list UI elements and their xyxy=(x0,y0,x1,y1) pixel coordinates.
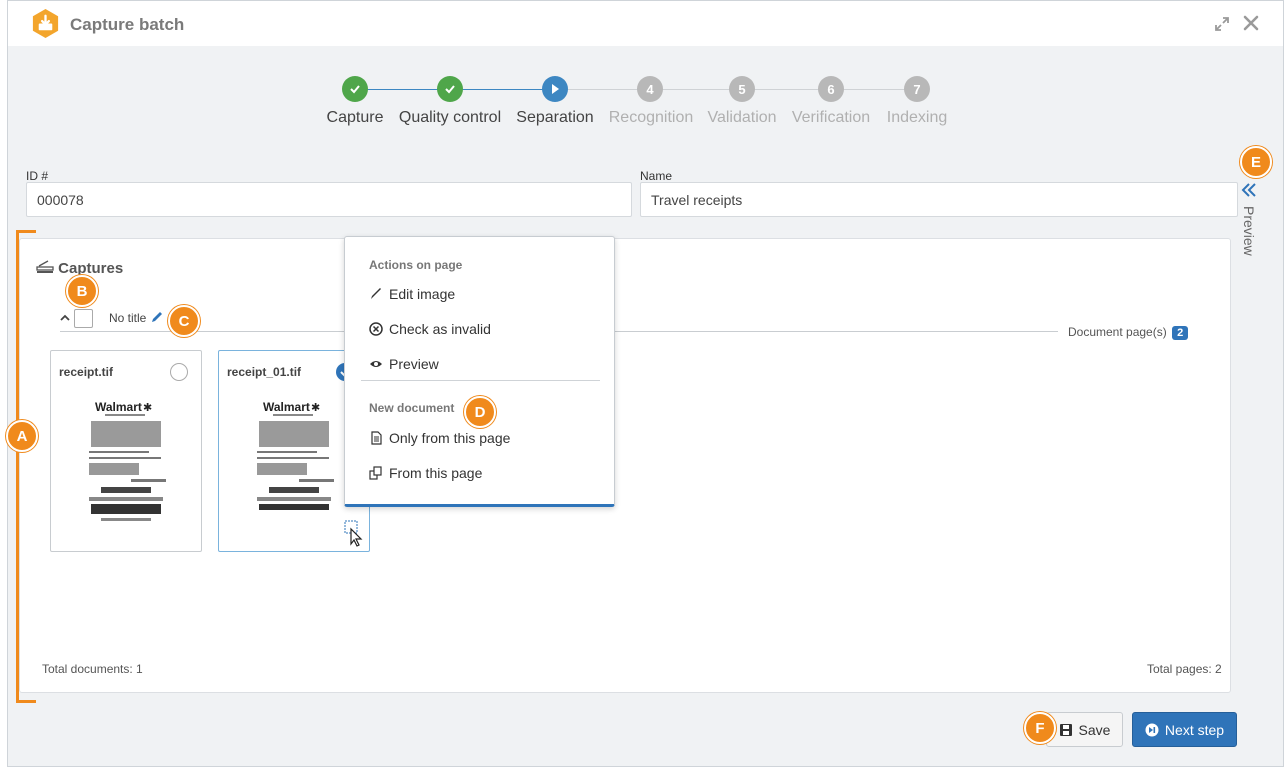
step-connector xyxy=(450,89,555,90)
captures-title-text: Captures xyxy=(58,260,124,277)
save-button-label: Save xyxy=(1078,721,1111,738)
id-field[interactable] xyxy=(26,182,632,217)
svg-text:✱: ✱ xyxy=(311,402,320,414)
annotation-bracket xyxy=(16,230,36,703)
annotation-marker-f: F xyxy=(1024,712,1056,744)
step-6-number: 6 xyxy=(818,76,844,102)
page-card-filename: receipt.tif xyxy=(59,365,114,379)
menu-header-actions: Actions on page xyxy=(369,258,463,272)
step-label-validation: Validation xyxy=(707,109,777,126)
brush-icon xyxy=(371,288,381,299)
next-step-button-label: Next step xyxy=(1164,721,1225,738)
menu-item-only-from-page[interactable]: Only from this page xyxy=(369,430,510,446)
page-card[interactable]: receipt.tif Walmart ✱ xyxy=(50,350,202,552)
next-step-button[interactable]: Next step xyxy=(1132,712,1237,747)
title-bar: Capture batch xyxy=(8,1,1283,46)
document-pages-badge: 2 xyxy=(1172,326,1189,340)
name-field[interactable] xyxy=(640,182,1238,217)
step-1-done-icon xyxy=(342,76,368,102)
menu-item-label: From this page xyxy=(389,465,483,481)
menu-item-label: Preview xyxy=(389,356,439,372)
annotation-marker-b: B xyxy=(66,275,98,307)
svg-text:Walmart: Walmart xyxy=(263,400,310,414)
step-2-done-icon xyxy=(437,76,463,102)
documents-icon xyxy=(369,466,382,480)
floppy-disk-icon xyxy=(1059,723,1072,736)
eye-icon xyxy=(370,361,382,367)
receipt-thumbnail: Walmart ✱ xyxy=(89,400,166,521)
document-pages-info: Document page(s) 2 xyxy=(1068,325,1189,340)
window-title: Capture batch xyxy=(70,15,185,34)
step-label-capture: Capture xyxy=(326,109,384,126)
annotation-marker-a: A xyxy=(6,420,38,452)
step-4-number: 4 xyxy=(637,76,663,102)
group-title: No title xyxy=(109,311,147,325)
workflow-stepper: 4 5 6 7 Capture Quality control Separati… xyxy=(0,76,1285,136)
scanner-icon xyxy=(36,260,54,273)
svg-text:Walmart: Walmart xyxy=(95,400,142,414)
circle-x-icon xyxy=(369,322,383,336)
close-icon[interactable] xyxy=(1241,13,1261,33)
maximize-icon[interactable] xyxy=(1213,15,1231,33)
page-context-menu: Actions on page Edit image Check as inva… xyxy=(344,236,615,507)
save-button[interactable]: Save xyxy=(1046,712,1123,747)
menu-item-preview[interactable]: Preview xyxy=(369,356,439,372)
page-card-filename: receipt_01.tif xyxy=(227,365,302,379)
page-select-radio[interactable] xyxy=(170,363,188,381)
menu-item-label: Edit image xyxy=(389,286,456,302)
step-label-recognition: Recognition xyxy=(608,109,694,126)
annotation-marker-d: D xyxy=(464,396,496,428)
receipt-thumbnail: Walmart ✱ xyxy=(257,400,334,510)
document-icon xyxy=(371,431,382,445)
total-documents: Total documents: 1 xyxy=(42,662,143,676)
menu-item-check-invalid[interactable]: Check as invalid xyxy=(369,321,491,337)
menu-item-label: Check as invalid xyxy=(389,321,491,337)
pencil-icon[interactable] xyxy=(150,310,164,324)
next-circle-icon xyxy=(1145,723,1159,736)
step-connector xyxy=(355,89,450,90)
step-label-indexing: Indexing xyxy=(886,109,948,126)
total-pages: Total pages: 2 xyxy=(1147,662,1222,676)
menu-item-label: Only from this page xyxy=(389,430,511,446)
preview-tab-label[interactable]: Preview xyxy=(1241,206,1257,256)
annotation-marker-e: E xyxy=(1240,146,1272,178)
id-label: ID # xyxy=(26,169,49,183)
page-actions-icon[interactable] xyxy=(343,519,365,547)
step-label-verification: Verification xyxy=(791,109,871,126)
svg-text:✱: ✱ xyxy=(143,402,152,414)
menu-item-edit-image[interactable]: Edit image xyxy=(369,286,455,302)
menu-header-new-document: New document xyxy=(369,401,455,415)
document-pages-label: Document page(s) xyxy=(1068,325,1167,339)
capture-app-icon xyxy=(32,8,59,39)
double-chevron-left-icon xyxy=(1241,183,1256,197)
step-label-quality-control: Quality control xyxy=(398,109,502,126)
step-7-number: 7 xyxy=(904,76,930,102)
step-label-separation: Separation xyxy=(516,109,594,126)
step-5-number: 5 xyxy=(729,76,755,102)
name-label: Name xyxy=(640,169,673,183)
menu-divider xyxy=(361,380,600,381)
chevron-up-icon[interactable] xyxy=(60,314,70,322)
step-3-current-icon xyxy=(542,76,568,102)
group-select-checkbox[interactable] xyxy=(74,309,93,328)
annotation-marker-c: C xyxy=(168,305,200,337)
menu-item-from-page[interactable]: From this page xyxy=(369,465,482,481)
